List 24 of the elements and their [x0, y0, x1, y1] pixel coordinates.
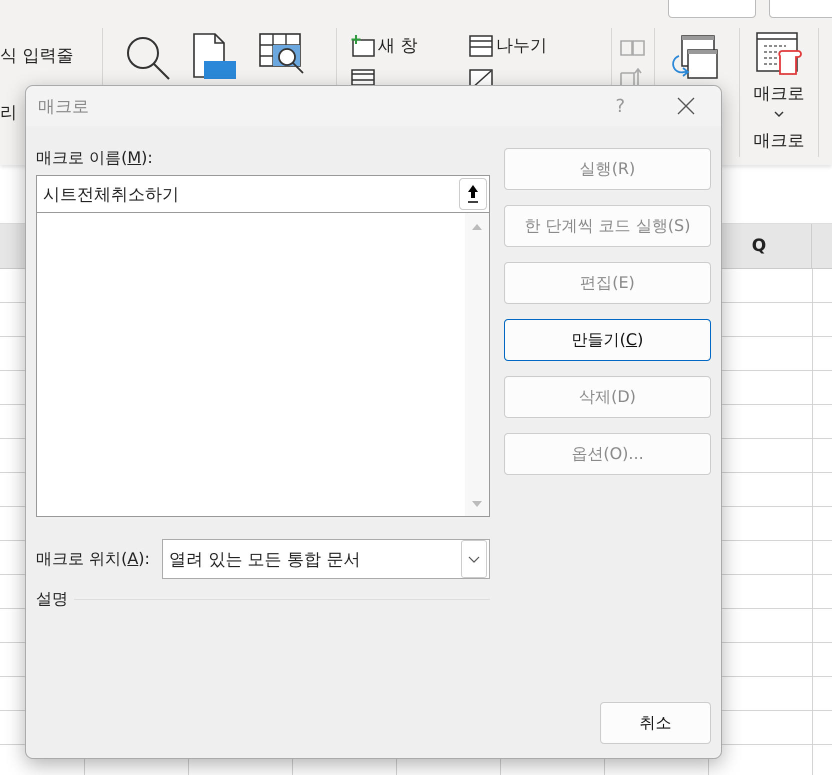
macro-name-field[interactable]: 시트전체취소하기: [36, 175, 490, 213]
cancel-button[interactable]: 취소: [600, 702, 711, 744]
chevron-down-icon: [468, 556, 480, 562]
dialog-button[interactable]: 만들기(C): [504, 319, 711, 361]
close-icon[interactable]: [677, 97, 695, 115]
location-dropdown[interactable]: 열려 있는 모든 통합 문서: [162, 539, 490, 579]
table-search-icon[interactable]: [259, 33, 305, 75]
collapse-button[interactable]: [459, 178, 487, 210]
description-label: 설명: [36, 589, 68, 610]
ribbon-item[interactable]: 나누기: [469, 34, 609, 57]
up-arrow-icon: [467, 184, 479, 204]
macro-button[interactable]: 매크로: [754, 32, 804, 117]
switch-windows-icon[interactable]: [670, 34, 718, 82]
field-label: 매크로 위치(A):: [36, 548, 150, 570]
new-window-icon: [351, 34, 375, 56]
caret-icon: [774, 111, 784, 117]
group-label: 매크로: [754, 130, 804, 152]
split-icon: [469, 34, 493, 56]
ribbon-item[interactable]: 새 창: [351, 34, 469, 57]
formula-bar-checkbox-label[interactable]: 식 입력줄: [0, 44, 102, 67]
macro-icon: [756, 32, 802, 76]
page-zoom-icon[interactable]: [193, 33, 237, 79]
dialog-title: 매크로: [38, 96, 90, 118]
field-label: 매크로 이름(M):: [36, 148, 154, 169]
